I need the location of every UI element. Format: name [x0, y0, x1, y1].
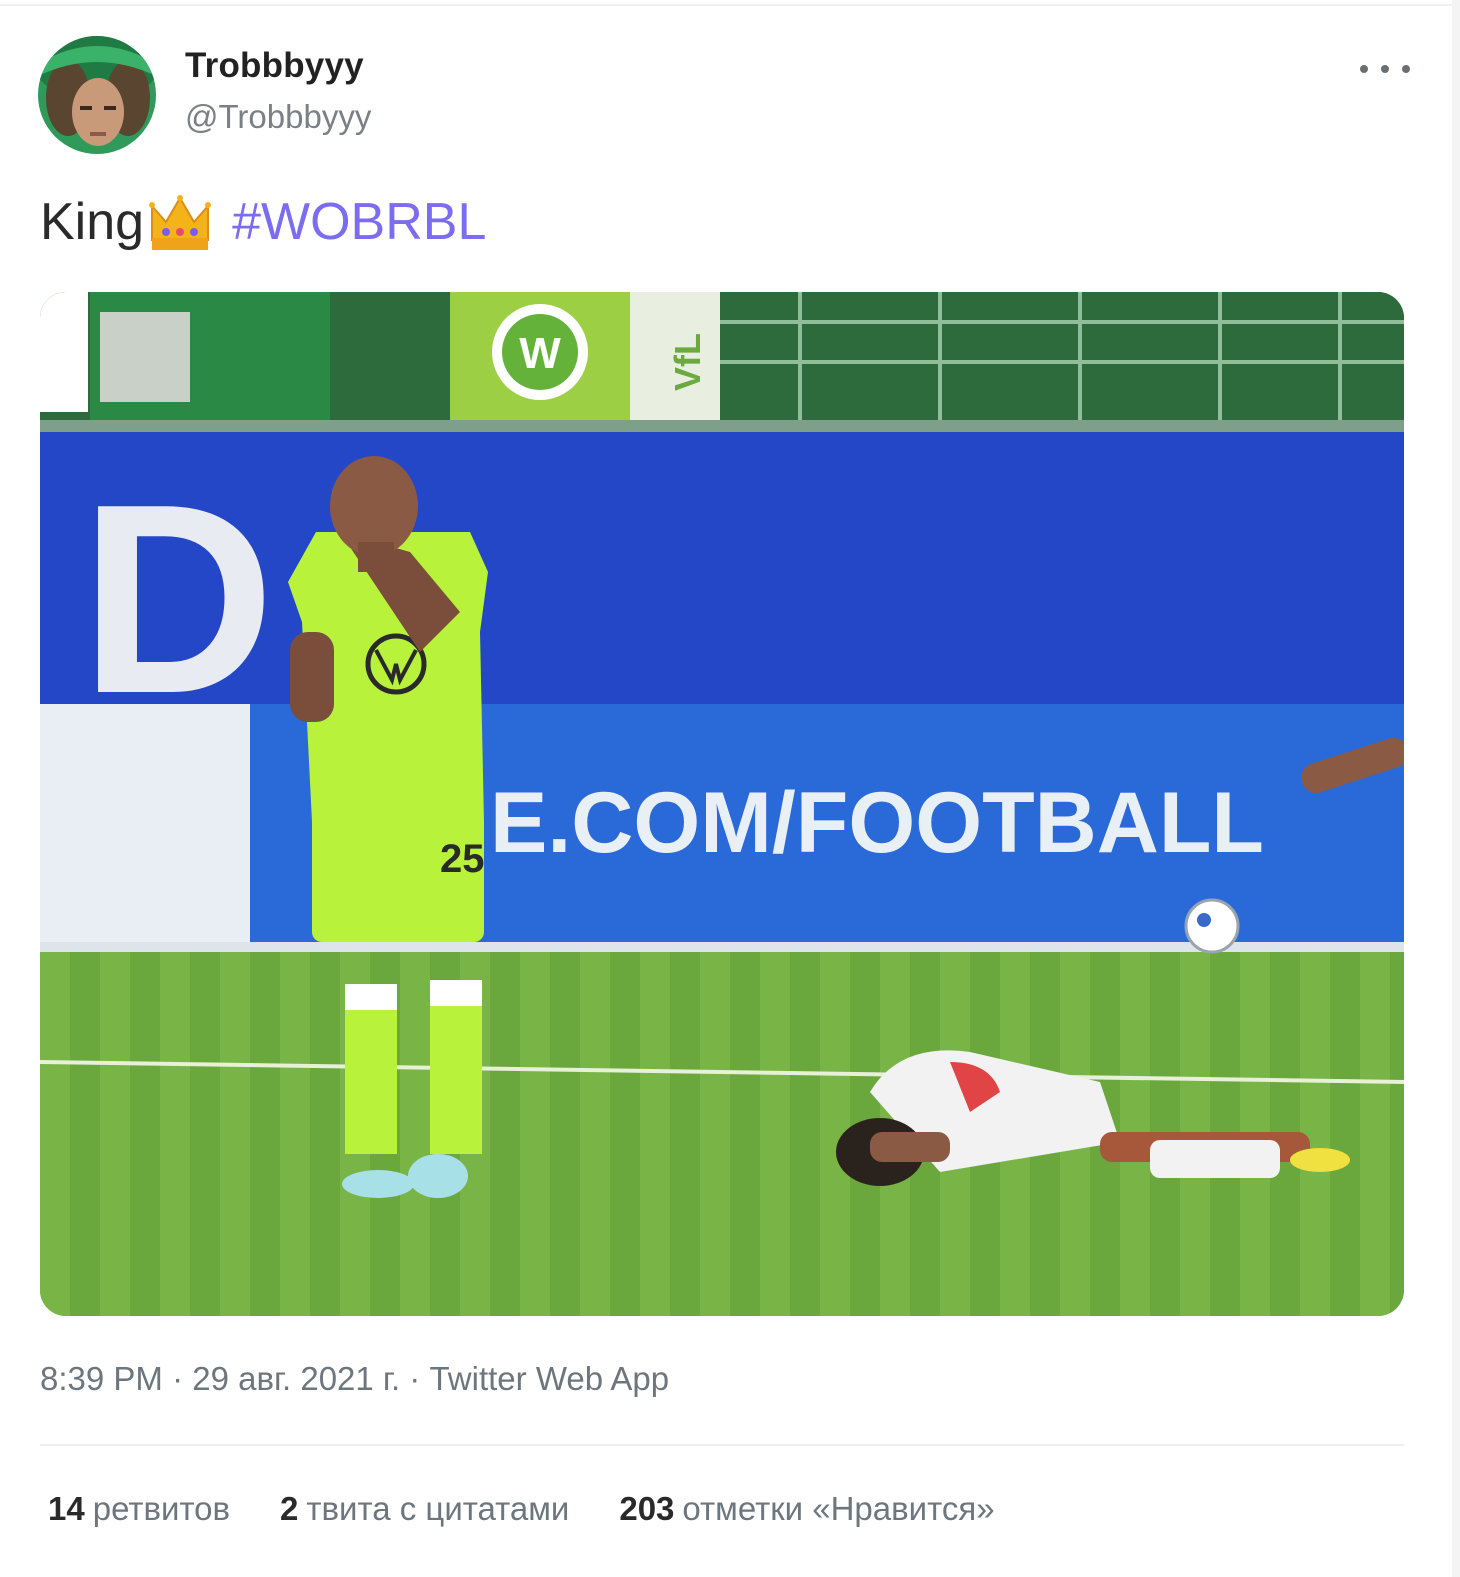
hashtag-link[interactable]: #WOBRBL [232, 192, 486, 252]
svg-text:W: W [519, 329, 561, 378]
display-name[interactable]: Trobbbyyy [185, 46, 364, 86]
divider [40, 1444, 1404, 1446]
avatar[interactable] [38, 36, 156, 154]
more-options-icon[interactable] [1360, 54, 1410, 84]
board-text: E.COM/FOOTBALL [490, 775, 1264, 871]
tweet-photo[interactable]: W VfL D E.COM/FOOTBALL 25 [40, 292, 1404, 1316]
likes-label: отметки «Нравится» [682, 1490, 995, 1527]
quotes-stat[interactable]: 2 твита с цитатами [280, 1490, 569, 1528]
crown-icon [148, 192, 212, 252]
flag-text: VfL [667, 333, 708, 391]
tweet-source[interactable]: Twitter Web App [429, 1360, 669, 1397]
tweet-body: King [40, 193, 145, 251]
quotes-count: 2 [280, 1490, 299, 1527]
tweet-date[interactable]: 29 авг. 2021 г. [192, 1360, 400, 1397]
likes-count: 203 [619, 1490, 675, 1527]
jersey-number: 25 [440, 837, 485, 881]
quotes-label: твита с цитатами [306, 1490, 570, 1527]
retweets-stat[interactable]: 14 ретвитов [48, 1490, 230, 1528]
user-handle[interactable]: @Trobbbyyy [185, 98, 371, 136]
retweets-count: 14 [48, 1490, 85, 1527]
retweets-label: ретвитов [92, 1490, 231, 1527]
top-border [0, 4, 1460, 6]
tweet-stats: 14 ретвитов 2 твита с цитатами 203 отметки … [48, 1490, 995, 1528]
meta-separator: · [409, 1360, 421, 1397]
tweet-text: King #WOBRBL [40, 192, 486, 252]
meta-separator: · [172, 1360, 184, 1397]
tweet-meta: 8:39 PM · 29 авг. 2021 г. · Twitter Web … [40, 1360, 669, 1398]
likes-stat[interactable]: 203 отметки «Нравится» [619, 1490, 994, 1528]
tweet-time[interactable]: 8:39 PM [40, 1360, 163, 1397]
tweet-card: Trobbbyyy @Trobbbyyy King #WOBRBL W VfL … [0, 0, 1460, 1577]
right-border [1452, 0, 1460, 1577]
